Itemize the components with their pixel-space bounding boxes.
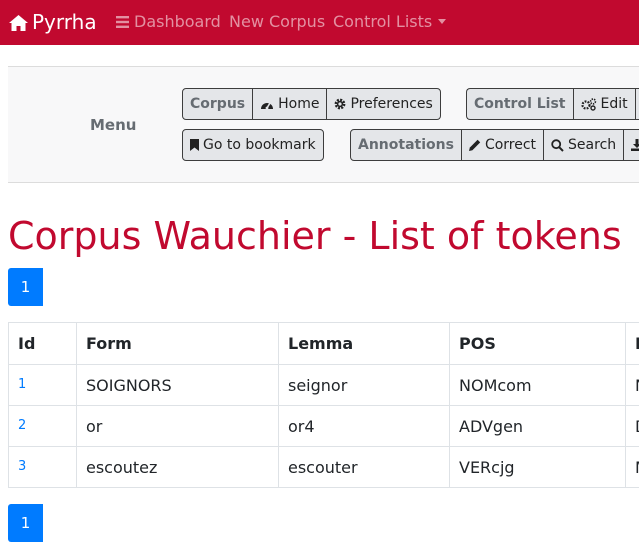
menu-title: Menu: [90, 115, 136, 135]
control-list-edit-label: Edit: [601, 96, 628, 112]
token-form: escoutez: [77, 447, 279, 488]
table-header-row: Id Form Lemma POS M: [9, 323, 639, 365]
home-icon: [9, 15, 28, 31]
brand-label: Pyrrha: [32, 10, 97, 34]
bars-icon: [116, 16, 129, 28]
table-row: 2 or or4 ADVgen D: [9, 406, 639, 447]
token-id-link[interactable]: 3: [18, 459, 26, 474]
page-title: Corpus Wauchier - List of tokens: [8, 212, 622, 260]
column-header-lemma: Lemma: [279, 323, 450, 365]
corpus-button-group: Corpus Home Preferences: [182, 88, 441, 120]
annotations-correct-button[interactable]: Correct: [462, 130, 544, 160]
control-list-button-group: Control List Edit: [466, 88, 639, 120]
column-header-form: Form: [77, 323, 279, 365]
token-id-link[interactable]: 2: [18, 418, 26, 433]
control-list-button[interactable]: Control List: [467, 89, 574, 119]
token-pos: VERcjg: [450, 447, 626, 488]
dashboard-gauge-icon: [260, 98, 274, 110]
bookmark-button-group: Go to bookmark: [182, 129, 324, 161]
nav-control-lists-dropdown[interactable]: Control Lists: [333, 12, 446, 32]
annotations-search-button[interactable]: Search: [544, 130, 624, 160]
corpus-button[interactable]: Corpus: [183, 89, 253, 119]
annotations-export-button[interactable]: E: [624, 130, 639, 160]
token-pos: ADVgen: [450, 406, 626, 447]
nav-dashboard-label: Dashboard: [134, 12, 221, 31]
gear-icon: [334, 98, 346, 110]
table-row: 1 SOIGNORS seignor NOMcom N: [9, 365, 639, 406]
token-id-link[interactable]: 1: [18, 377, 26, 392]
column-header-morph: M: [626, 323, 639, 365]
pencil-icon: [469, 139, 481, 151]
nav-new-corpus-label: New Corpus: [229, 12, 325, 31]
search-icon: [551, 139, 564, 152]
pagination-bottom-page-1[interactable]: 1: [8, 504, 43, 542]
token-morph: D: [626, 406, 639, 447]
token-lemma: seignor: [279, 365, 450, 406]
token-morph: M: [626, 447, 639, 488]
gears-icon: [581, 98, 597, 111]
annotations-button[interactable]: Annotations: [351, 130, 462, 160]
corpus-preferences-button[interactable]: Preferences: [327, 89, 439, 119]
nav-new-corpus[interactable]: New Corpus: [229, 12, 325, 32]
brand-link[interactable]: Pyrrha: [9, 10, 97, 34]
nav-control-lists-label: Control Lists: [333, 12, 432, 31]
token-morph: N: [626, 365, 639, 406]
go-to-bookmark-button[interactable]: Go to bookmark: [183, 130, 323, 160]
token-form: or: [77, 406, 279, 447]
bookmark-icon: [190, 139, 199, 151]
token-pos: NOMcom: [450, 365, 626, 406]
chevron-down-icon: [438, 19, 446, 24]
nav-dashboard[interactable]: Dashboard: [116, 12, 221, 32]
top-navbar: Pyrrha Dashboard New Corpus Control List…: [0, 0, 639, 45]
token-lemma: or4: [279, 406, 450, 447]
token-form: SOIGNORS: [77, 365, 279, 406]
control-list-switch-button[interactable]: [636, 89, 639, 119]
download-icon: [631, 139, 639, 151]
annotations-search-label: Search: [568, 137, 616, 153]
annotations-button-group: Annotations Correct Search E: [350, 129, 639, 161]
tokens-table: Id Form Lemma POS M 1 SOIGNORS seignor N…: [8, 322, 639, 488]
pagination-top-page-1[interactable]: 1: [8, 268, 43, 306]
token-lemma: escouter: [279, 447, 450, 488]
table-row: 3 escoutez escouter VERcjg M: [9, 447, 639, 488]
column-header-id: Id: [9, 323, 77, 365]
column-header-pos: POS: [450, 323, 626, 365]
control-list-edit-button[interactable]: Edit: [574, 89, 636, 119]
corpus-preferences-label: Preferences: [350, 96, 432, 112]
go-to-bookmark-label: Go to bookmark: [203, 137, 316, 153]
annotations-correct-label: Correct: [485, 137, 536, 153]
corpus-home-label: Home: [278, 96, 319, 112]
corpus-home-button[interactable]: Home: [253, 89, 327, 119]
